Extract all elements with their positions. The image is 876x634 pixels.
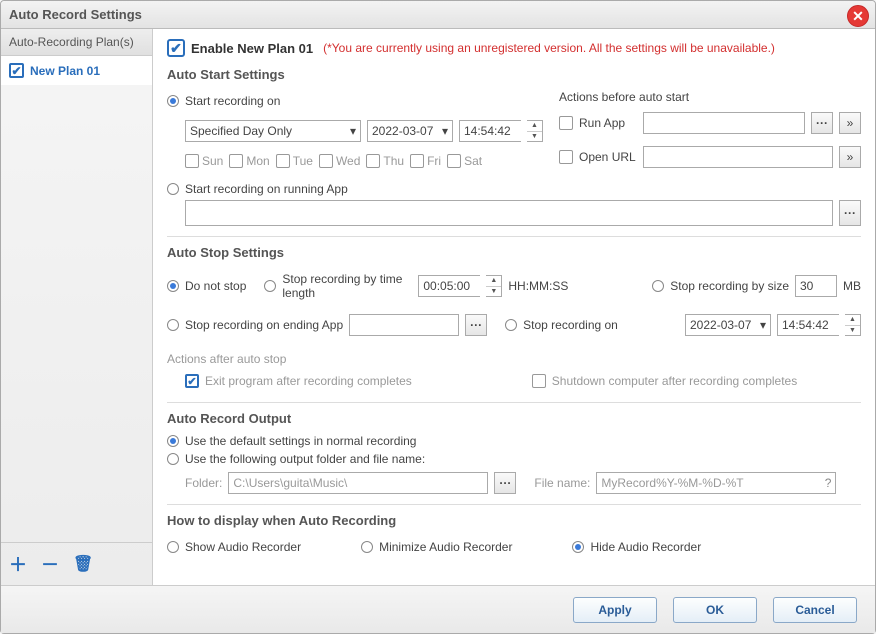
dialog-footer: Apply OK Cancel (1, 585, 875, 633)
start-time-spinner[interactable]: ▲▼ (527, 120, 543, 142)
filename-label: File name: (534, 476, 590, 490)
sidebar-header: Auto-Recording Plan(s) (1, 29, 152, 56)
open-url-input[interactable] (643, 146, 833, 168)
open-url-go[interactable]: » (839, 146, 861, 168)
start-on-app-input[interactable] (185, 200, 833, 226)
stop-date-radio[interactable] (505, 319, 517, 331)
start-on-app-browse[interactable]: ··· (839, 200, 861, 226)
window-title: Auto Record Settings (9, 7, 142, 22)
dialog-body: Auto-Recording Plan(s) ✔ New Plan 01 ＋ －… (1, 29, 875, 585)
filename-help-icon[interactable]: ? (825, 476, 832, 490)
start-time-input[interactable]: 14:54:42 (459, 120, 521, 142)
output-default-radio[interactable] (167, 435, 179, 447)
cancel-button[interactable]: Cancel (773, 597, 857, 623)
stop-size-input[interactable]: 30 (795, 275, 837, 297)
stop-time-input[interactable]: 00:05:00 (418, 275, 480, 297)
run-app-go[interactable]: » (839, 112, 861, 134)
folder-browse[interactable]: ··· (494, 472, 516, 494)
day-fri-check[interactable] (410, 154, 424, 168)
stop-size-radio[interactable] (652, 280, 664, 292)
run-app-check[interactable] (559, 116, 573, 130)
section-display-title: How to display when Auto Recording (167, 504, 861, 528)
stop-date-picker[interactable]: 2022-03-07 (685, 314, 771, 336)
start-mode-combo[interactable]: Specified Day Only (185, 120, 361, 142)
section-stop-title: Auto Stop Settings (167, 236, 861, 260)
section-after-title: Actions after auto stop (167, 352, 861, 366)
day-wed-check[interactable] (319, 154, 333, 168)
open-url-check[interactable] (559, 150, 573, 164)
filename-input[interactable]: MyRecord%Y-%M-%D-%T? (596, 472, 836, 494)
day-thu-check[interactable] (366, 154, 380, 168)
day-mon-check[interactable] (229, 154, 243, 168)
enable-plan-label: Enable New Plan 01 (191, 41, 313, 56)
start-date-picker[interactable]: 2022-03-07 (367, 120, 453, 142)
stop-time-spinner[interactable]: ▲▼ (486, 275, 502, 297)
section-start-title: Auto Start Settings (167, 67, 861, 82)
delete-plan-button[interactable]: 🗑 (73, 554, 93, 574)
actions-before-label: Actions before auto start (559, 90, 861, 104)
add-plan-button[interactable]: ＋ (9, 551, 27, 577)
stop-none-radio[interactable] (167, 280, 179, 292)
stop-time-input2[interactable]: 14:54:42 (777, 314, 839, 336)
shutdown-after-check[interactable] (532, 374, 546, 388)
start-on-date-label: Start recording on (185, 94, 280, 108)
titlebar: Auto Record Settings ✕ (1, 1, 875, 29)
section-output-title: Auto Record Output (167, 402, 861, 426)
folder-input[interactable]: C:\Users\guita\Music\ (228, 472, 488, 494)
day-sat-check[interactable] (447, 154, 461, 168)
enable-row: ✔ Enable New Plan 01 (*You are currently… (167, 39, 861, 57)
plan-checkbox-icon[interactable]: ✔ (9, 63, 24, 78)
dialog-window: Auto Record Settings ✕ Auto-Recording Pl… (0, 0, 876, 634)
run-app-label: Run App (579, 116, 637, 130)
stop-app-radio[interactable] (167, 319, 179, 331)
ok-button[interactable]: OK (673, 597, 757, 623)
sidebar-item-label: New Plan 01 (30, 64, 100, 78)
close-button[interactable]: ✕ (847, 5, 869, 27)
sidebar-item-plan[interactable]: ✔ New Plan 01 (1, 56, 152, 85)
exit-after-check[interactable] (185, 374, 199, 388)
run-app-browse[interactable]: ··· (811, 112, 833, 134)
start-on-app-label: Start recording on running App (185, 182, 348, 196)
unregistered-notice: (*You are currently using an unregistere… (323, 41, 775, 55)
folder-label: Folder: (185, 476, 222, 490)
start-on-date-radio[interactable] (167, 95, 179, 107)
start-on-app-radio[interactable] (167, 183, 179, 195)
stop-time-radio[interactable] (264, 280, 276, 292)
start-columns: Start recording on Specified Day Only 20… (167, 90, 861, 172)
days-row: Sun Mon Tue Wed Thu Fri Sat (185, 154, 549, 168)
remove-plan-button[interactable]: － (41, 551, 59, 577)
stop-app-browse[interactable]: ··· (465, 314, 487, 336)
display-show-radio[interactable] (167, 541, 179, 553)
apply-button[interactable]: Apply (573, 597, 657, 623)
day-tue-check[interactable] (276, 154, 290, 168)
main-panel: ✔ Enable New Plan 01 (*You are currently… (153, 29, 875, 585)
output-custom-radio[interactable] (167, 453, 179, 465)
enable-plan-checkbox[interactable]: ✔ (167, 39, 185, 57)
day-sun-check[interactable] (185, 154, 199, 168)
sidebar-toolbar: ＋ － 🗑 (1, 542, 152, 585)
open-url-label: Open URL (579, 150, 637, 164)
display-hide-radio[interactable] (572, 541, 584, 553)
stop-time-spinner2[interactable]: ▲▼ (845, 314, 861, 336)
display-min-radio[interactable] (361, 541, 373, 553)
run-app-input[interactable] (643, 112, 805, 134)
stop-app-input[interactable] (349, 314, 459, 336)
sidebar: Auto-Recording Plan(s) ✔ New Plan 01 ＋ －… (1, 29, 153, 585)
